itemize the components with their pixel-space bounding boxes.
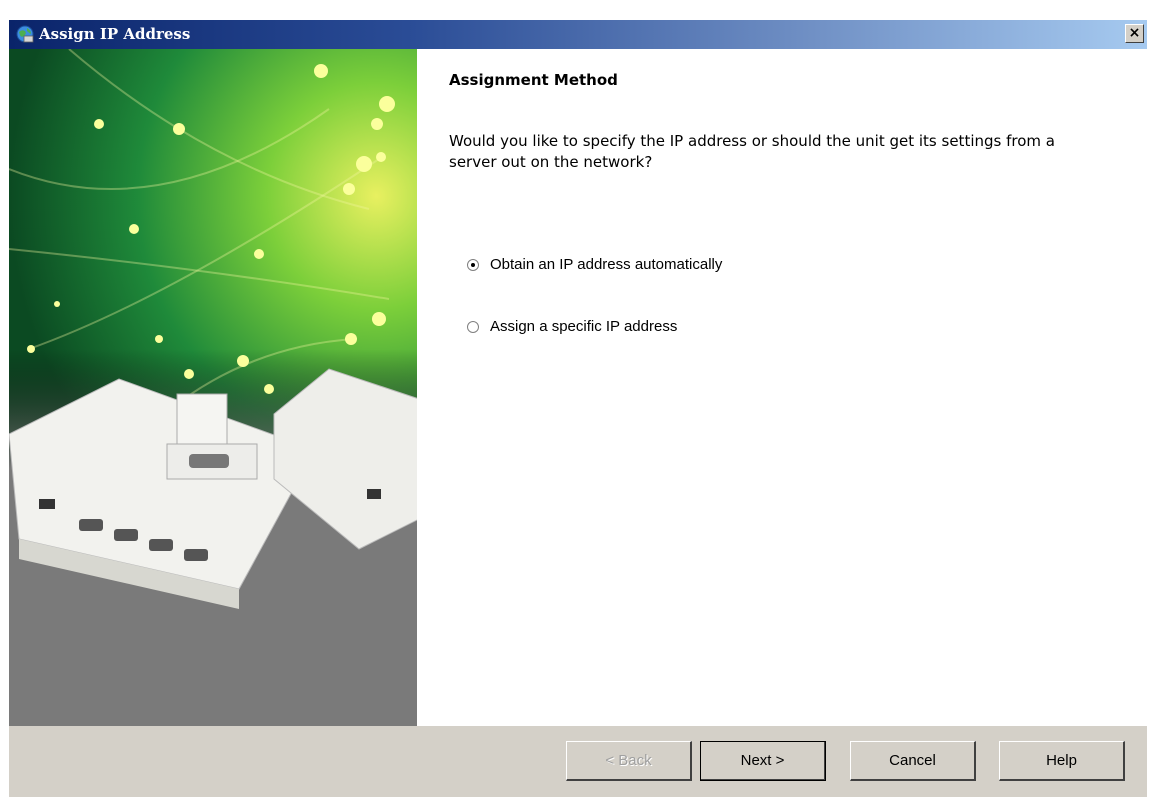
back-button[interactable]: < Back (566, 741, 692, 781)
option-obtain-automatically[interactable]: Obtain an IP address automatically (467, 256, 722, 273)
option-label: Assign a specific IP address (490, 318, 678, 335)
question-text: Would you like to specify the IP address… (449, 132, 1055, 171)
help-button[interactable]: Help (999, 741, 1125, 781)
globe-network-icon (15, 24, 35, 44)
close-icon: × (1128, 25, 1141, 41)
cancel-button[interactable]: Cancel (850, 741, 976, 781)
stray-glyph (2, 63, 8, 77)
radio-assign-specific[interactable] (467, 320, 479, 333)
window-title: Assign IP Address (39, 25, 191, 43)
title-bar[interactable]: Assign IP Address × (9, 20, 1147, 49)
close-button[interactable]: × (1125, 24, 1144, 43)
button-bar: < Back Next > Cancel Help (9, 726, 1147, 797)
wizard-content: Assignment Method Would you like to spec… (417, 49, 1147, 726)
dialog-window: Assign IP Address × Assignment Method Wo… (9, 20, 1147, 797)
wizard-side-image (9, 49, 417, 726)
radio-obtain-automatically[interactable] (467, 258, 479, 271)
option-label: Obtain an IP address automatically (490, 256, 723, 273)
option-assign-specific[interactable]: Assign a specific IP address (467, 318, 677, 335)
next-button[interactable]: Next > (700, 741, 826, 781)
page-heading: Assignment Method (449, 71, 618, 89)
